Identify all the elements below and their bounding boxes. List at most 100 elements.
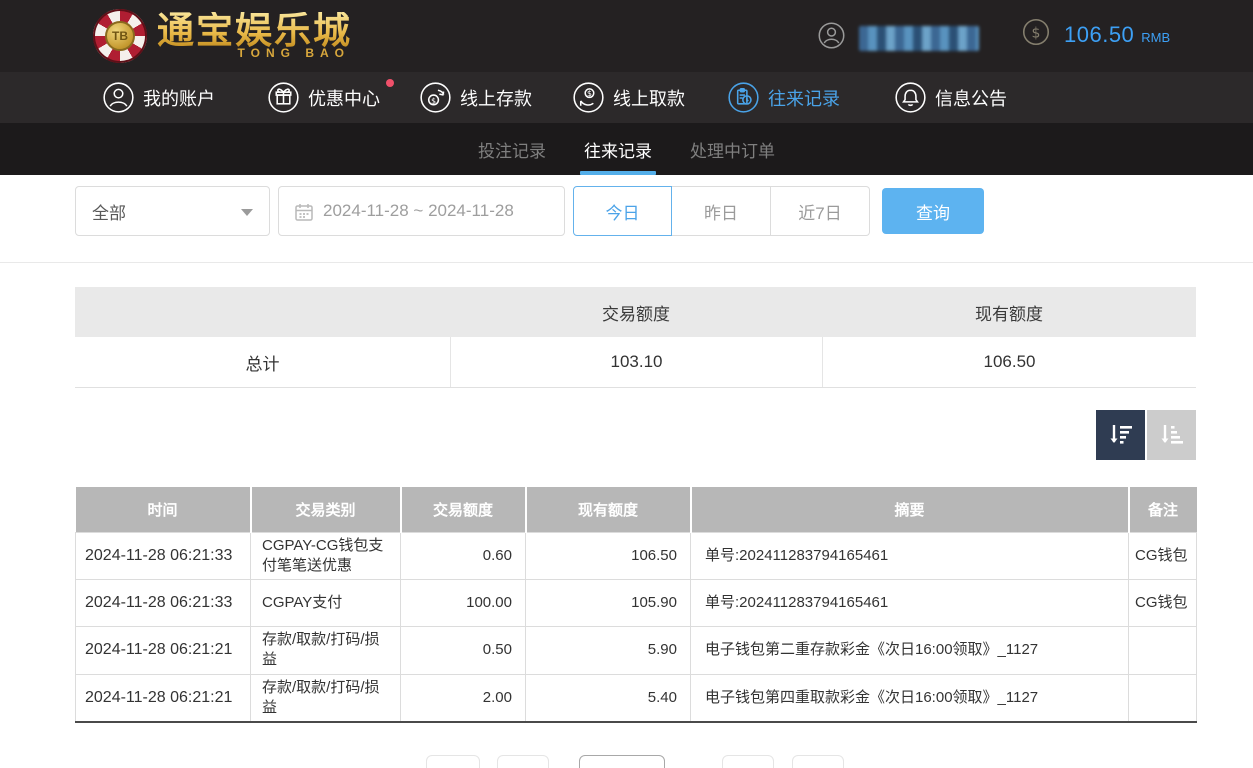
- search-button[interactable]: 查询: [882, 188, 984, 234]
- cell-summary: 单号:202411283794165461: [691, 532, 1129, 580]
- notification-dot: [386, 79, 394, 87]
- sort-ascending-icon: [1158, 421, 1186, 449]
- cell-time: 2024-11-28 06:21:21: [76, 627, 251, 675]
- chip-monogram: TB: [105, 21, 135, 51]
- summary-total-label: 总计: [75, 337, 450, 387]
- cell-summary: 单号:202411283794165461: [691, 580, 1129, 627]
- sort-descending-icon: [1107, 421, 1135, 449]
- user-icon: [103, 82, 134, 113]
- cell-current-amount: 106.50: [526, 532, 691, 580]
- summary-header-row: 交易额度 现有额度: [75, 287, 1196, 337]
- cell-current-amount: 5.90: [526, 627, 691, 675]
- transactions-table: 时间 交易类别 交易额度 现有额度 摘要 备注 2024-11-28 06:21…: [75, 487, 1197, 723]
- cell-remark: [1129, 674, 1197, 722]
- quick-range-group: 今日 昨日 近7日: [573, 186, 870, 236]
- pagination-button-3[interactable]: [722, 755, 774, 768]
- gift-icon: [268, 82, 299, 113]
- main-nav: 我的账户 优惠中心 $: [0, 72, 1253, 123]
- col-header-type: 交易类别: [251, 487, 401, 532]
- table-row: 2024-11-28 06:21:21 存款/取款/打码/损益 2.00 5.4…: [76, 674, 1197, 722]
- sort-descending-button[interactable]: [1096, 410, 1145, 460]
- summary-header-transaction-amount: 交易额度: [450, 287, 822, 337]
- cell-transaction-amount: 2.00: [401, 674, 526, 722]
- cell-summary: 电子钱包第四重取款彩金《次日16:00领取》_1127: [691, 674, 1129, 722]
- pagination-button-2[interactable]: [497, 755, 549, 768]
- pagination-button-1[interactable]: [426, 755, 480, 768]
- cell-time: 2024-11-28 06:21:33: [76, 532, 251, 580]
- cell-remark: CG钱包: [1129, 532, 1197, 580]
- summary-table: 交易额度 现有额度 总计 103.10 106.50: [75, 287, 1196, 388]
- cell-current-amount: 5.40: [526, 674, 691, 722]
- nav-item-withdraw[interactable]: $ 线上取款: [573, 72, 685, 123]
- sort-ascending-button[interactable]: [1147, 410, 1196, 460]
- filter-bar: 全部 2024-11-28 ~ 2024-11-28 今日 昨日 近7日 查询: [75, 186, 984, 236]
- balance-area: $ 106.50 RMB: [1022, 18, 1170, 51]
- balance-amount: 106.50: [1064, 22, 1134, 48]
- col-header-summary: 摘要: [691, 487, 1129, 532]
- calendar-icon: [294, 202, 314, 227]
- records-icon: [728, 82, 759, 113]
- cell-remark: CG钱包: [1129, 580, 1197, 627]
- active-tab-underline: [580, 171, 656, 175]
- nav-item-promotions[interactable]: 优惠中心: [268, 72, 380, 123]
- cell-remark: [1129, 627, 1197, 675]
- cell-type: CGPAY-CG钱包支付笔笔送优惠: [251, 532, 401, 580]
- summary-transaction-amount: 103.10: [450, 337, 822, 387]
- cell-time: 2024-11-28 06:21:21: [76, 674, 251, 722]
- type-select[interactable]: 全部: [75, 186, 270, 236]
- user-area: [818, 22, 979, 54]
- nav-item-transaction-records[interactable]: 往来记录: [728, 72, 840, 123]
- summary-header-current-amount: 现有额度: [822, 287, 1196, 337]
- range-last7days-button[interactable]: 近7日: [771, 186, 870, 236]
- brand-logo[interactable]: TB 通宝娱乐城 TONG BAO: [93, 8, 352, 64]
- col-header-time: 时间: [76, 487, 251, 532]
- withdraw-icon: $: [573, 82, 604, 113]
- cell-transaction-amount: 0.60: [401, 532, 526, 580]
- summary-current-amount: 106.50: [822, 337, 1196, 387]
- nav-item-announcements[interactable]: 信息公告: [895, 72, 1007, 123]
- section-divider: [0, 262, 1253, 263]
- summary-header-blank: [75, 287, 450, 337]
- col-header-remark: 备注: [1129, 487, 1197, 532]
- brand-name-en: TONG BAO: [238, 46, 350, 60]
- sort-toolbar: [1096, 410, 1196, 460]
- date-range-input[interactable]: 2024-11-28 ~ 2024-11-28: [278, 186, 565, 236]
- summary-total-row: 总计 103.10 106.50: [75, 337, 1196, 388]
- pagination-button-current[interactable]: [579, 755, 665, 768]
- chevron-down-icon: [241, 209, 253, 216]
- table-row: 2024-11-28 06:21:33 CGPAY-CG钱包支付笔笔送优惠 0.…: [76, 532, 1197, 580]
- col-header-current-amount: 现有额度: [526, 487, 691, 532]
- cell-summary: 电子钱包第二重存款彩金《次日16:00领取》_1127: [691, 627, 1129, 675]
- range-today-button[interactable]: 今日: [573, 186, 672, 236]
- cell-current-amount: 105.90: [526, 580, 691, 627]
- cell-type: 存款/取款/打码/损益: [251, 627, 401, 675]
- tab-pending-orders[interactable]: 处理中订单: [690, 123, 775, 175]
- nav-item-deposit[interactable]: $ 线上存款: [420, 72, 532, 123]
- table-header-row: 时间 交易类别 交易额度 现有额度 摘要 备注: [76, 487, 1197, 532]
- top-header: TB 通宝娱乐城 TONG BAO $ 1: [0, 0, 1253, 72]
- poker-chip-icon: TB: [93, 9, 147, 63]
- svg-text:$: $: [1032, 25, 1041, 41]
- svg-text:$: $: [431, 96, 436, 105]
- nav-item-my-account[interactable]: 我的账户: [103, 72, 215, 123]
- coin-icon: $: [1022, 18, 1050, 51]
- tab-transaction-records[interactable]: 往来记录: [584, 123, 652, 175]
- balance-currency: RMB: [1141, 30, 1170, 45]
- cell-transaction-amount: 100.00: [401, 580, 526, 627]
- page: TB 通宝娱乐城 TONG BAO $ 1: [0, 0, 1253, 768]
- deposit-icon: $: [420, 82, 451, 113]
- svg-text:$: $: [587, 89, 592, 98]
- pagination-button-4[interactable]: [792, 755, 844, 768]
- cell-transaction-amount: 0.50: [401, 627, 526, 675]
- tab-betting-records[interactable]: 投注记录: [478, 123, 546, 175]
- table-row: 2024-11-28 06:21:21 存款/取款/打码/损益 0.50 5.9…: [76, 627, 1197, 675]
- brand-name-zh: 通宝娱乐城: [157, 12, 352, 50]
- redacted-username: [859, 26, 979, 51]
- sub-tabs: 投注记录 往来记录 处理中订单: [0, 123, 1253, 175]
- cell-time: 2024-11-28 06:21:33: [76, 580, 251, 627]
- cell-type: CGPAY支付: [251, 580, 401, 627]
- col-header-transaction-amount: 交易额度: [401, 487, 526, 532]
- bell-icon: [895, 82, 926, 113]
- range-yesterday-button[interactable]: 昨日: [672, 186, 771, 236]
- user-icon: [818, 22, 845, 54]
